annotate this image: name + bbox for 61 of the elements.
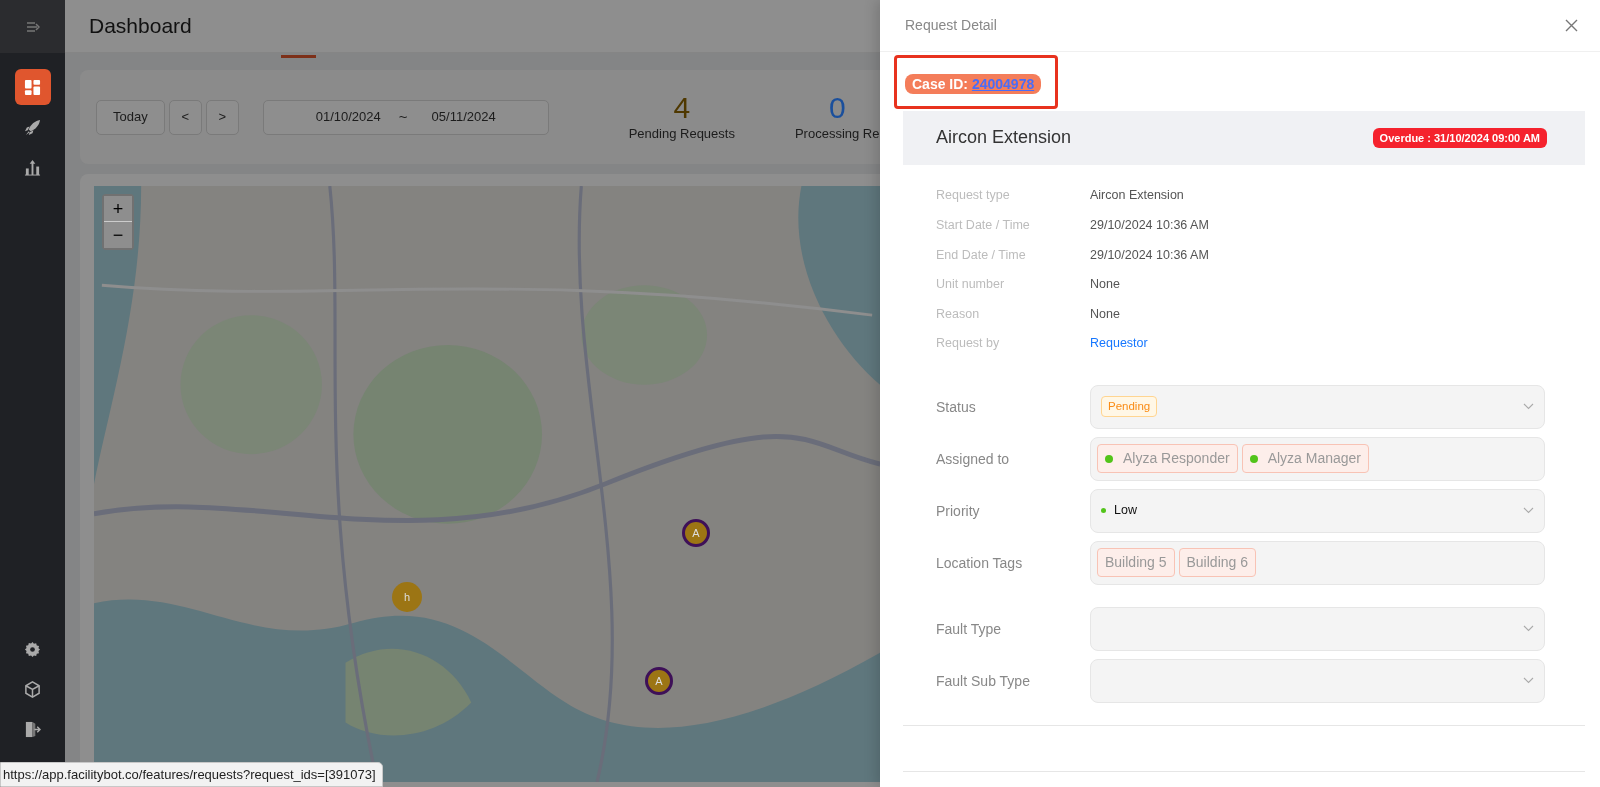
assignee-name: Alyza Responder — [1123, 449, 1230, 469]
assignee-name: Alyza Manager — [1267, 449, 1361, 469]
assignee-tag[interactable]: Alyza Responder — [1097, 444, 1238, 474]
drawer-title: Request Detail — [905, 16, 997, 35]
field-label: Assigned to — [936, 449, 1011, 469]
chevron-down-icon — [1523, 625, 1534, 633]
request-title: Aircon Extension — [936, 127, 1072, 149]
stat-value: 4 — [673, 90, 691, 124]
select-field[interactable]: Low — [1090, 488, 1545, 533]
zoom-in-button[interactable]: + — [104, 196, 132, 222]
assignee-tag[interactable]: Alyza Manager — [1241, 444, 1369, 474]
requester-link[interactable]: Requestor — [1090, 334, 1148, 354]
overdue-badge: Overdue : 31/10/2024 09:00 AM — [1372, 127, 1547, 149]
field-label: Location Tags — [936, 553, 1024, 573]
chart-icon — [24, 158, 41, 176]
select-field[interactable]: Pending — [1090, 384, 1545, 429]
location-tag[interactable]: Building 5 — [1097, 548, 1175, 578]
detail-label: Request type — [936, 187, 1011, 205]
chevron-down-icon — [1523, 677, 1534, 685]
location-tag[interactable]: Building 6 — [1178, 548, 1256, 578]
status-url: https://app.facilitybot.co/features/requests?request_ids=[391073] — [0, 761, 383, 787]
stat-value: 0 — [828, 90, 846, 124]
exit-icon — [24, 720, 41, 738]
select-field[interactable] — [1090, 658, 1545, 703]
stat-label: Pending Requests — [628, 124, 735, 143]
detail-label: End Date / Time — [936, 246, 1027, 264]
chevron-down-icon — [1523, 507, 1534, 515]
detail-value: 29/10/2024 10:36 AM — [1090, 217, 1209, 234]
dashboard-icon — [24, 78, 41, 96]
field-label: Priority — [936, 501, 981, 521]
cube-icon — [24, 680, 41, 698]
settings-icon — [24, 640, 41, 658]
sidebar-item[interactable] — [14, 69, 51, 105]
stat-label: Processing Re — [794, 124, 880, 143]
detail-value: None — [1090, 276, 1120, 294]
rocket-icon — [24, 118, 41, 136]
next-button[interactable]: > — [205, 99, 239, 135]
detail-label: Unit number — [936, 276, 1006, 294]
field-label: Fault Type — [936, 619, 1003, 639]
detail-label: Request by — [936, 335, 1001, 353]
active-tab-indicator — [281, 55, 316, 58]
page-title: Dashboard — [89, 13, 192, 39]
priority-value: Low — [1114, 502, 1137, 520]
tag-field[interactable]: Building 5 Building 6 — [1090, 540, 1545, 585]
field-label: Status — [936, 397, 977, 417]
detail-value: None — [1090, 305, 1120, 323]
chevron-down-icon — [1523, 403, 1534, 411]
today-button[interactable]: Today — [96, 99, 165, 135]
status-badge: Pending — [1101, 395, 1158, 418]
case-id-badge: Case ID: 24004978 — [905, 74, 1042, 94]
date-range-field[interactable]: 01/10/2024 ~ 05/11/2024 — [262, 99, 549, 135]
select-field[interactable] — [1090, 606, 1545, 651]
detail-label: Reason — [936, 305, 981, 323]
detail-label: Start Date / Time — [936, 217, 1031, 234]
menu-collapse-icon[interactable] — [25, 20, 40, 33]
previous-button[interactable]: < — [168, 99, 202, 135]
detail-value: Aircon Extension — [1090, 187, 1184, 205]
detail-value: 29/10/2024 10:36 AM — [1090, 246, 1209, 264]
field-label: Fault Sub Type — [936, 671, 1031, 691]
tag-field[interactable]: Alyza Responder Alyza Manager — [1090, 436, 1545, 481]
close-icon[interactable] — [1565, 19, 1578, 32]
